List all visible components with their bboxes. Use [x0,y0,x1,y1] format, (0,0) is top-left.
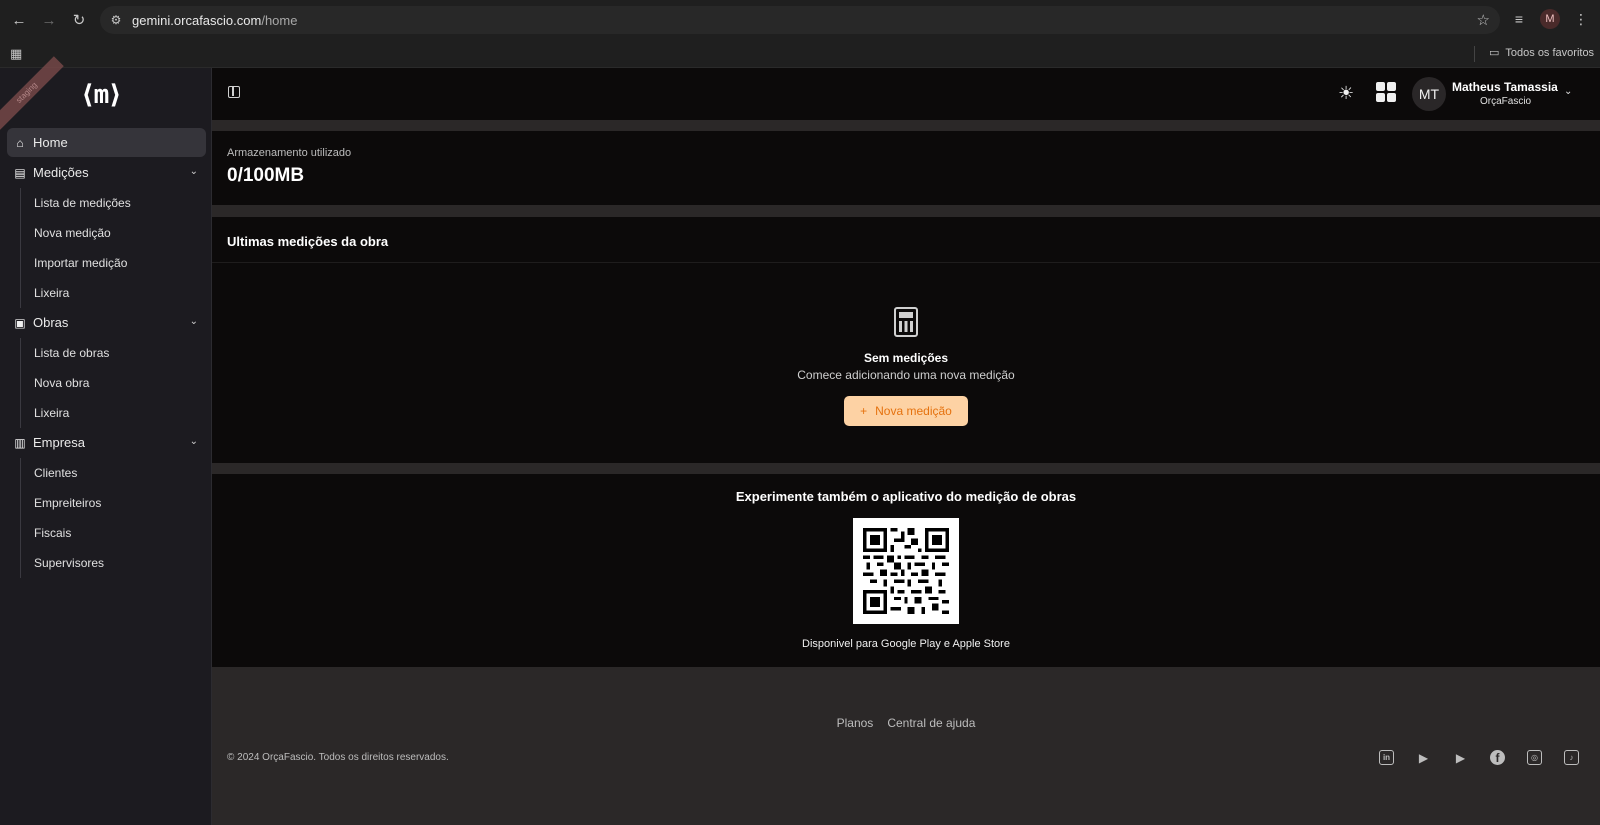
theme-toggle-icon[interactable]: ☀ [1338,83,1354,104]
chevron-down-icon: ⌄ [189,436,198,447]
latest-measurements-card: Ultimas medições da obra Sem medições Co… [212,217,1600,463]
sidebar-item-obras[interactable]: ▣ Obras ⌄ [7,308,206,337]
sidebar-subitem-clientes[interactable]: Clientes [34,458,206,488]
building-icon: ▥ [14,435,26,450]
url-host: gemini.orcafascio.com [132,12,262,28]
chevron-down-icon: ⌄ [189,316,198,327]
user-avatar[interactable]: MT [1412,77,1446,111]
all-bookmarks-button[interactable]: ▭ Todos os favoritos [1489,46,1595,60]
app-promo-title: Experimente também o aplicativo do mediç… [735,489,1077,504]
user-name[interactable]: Matheus Tamassia [1452,80,1558,94]
bookmarks-separator [1474,46,1475,62]
sidebar-subitem-lixeira-medicoes[interactable]: Lixeira [34,278,206,308]
sidebar-item-label: Obras [33,315,69,330]
sidebar-subitem-empreiteiros[interactable]: Empreiteiros [34,488,206,518]
new-measurement-button[interactable]: + Nova medição [844,396,968,426]
sidebar-item-label: Medições [33,165,89,180]
tiktok-icon[interactable]: ♪ [1564,750,1579,765]
qr-code [853,518,959,624]
apps-grid-icon[interactable]: ▦ [10,46,22,62]
app-promo-card: Experimente também o aplicativo do mediç… [212,474,1600,667]
all-bookmarks-label: Todos os favoritos [1505,46,1595,59]
briefcase-icon: ▣ [14,315,26,330]
sidebar-subitem-nova-obra[interactable]: Nova obra [34,368,206,398]
availability-text: Disponivel para Google Play e Apple Stor… [802,638,1010,650]
top-header: ☀ MT Matheus Tamassia OrçaFascio ⌄ [212,68,1600,120]
submenu-medicoes: Lista de medições Nova medição Importar … [20,188,206,308]
footer-link-central-ajuda[interactable]: Central de ajuda [887,716,975,730]
folder-icon: ▭ [1489,47,1500,59]
social-links: in ▶ ▶ f ◎ ♪ [1379,750,1579,765]
sidebar-menu: ⌂ Home ▤ Medições ⌄ Lista de medições No… [7,128,206,578]
site-info-icon[interactable]: ⚙ [108,12,124,28]
youtube-icon[interactable]: ▶ [1453,750,1468,765]
sidebar-toggle-icon[interactable] [228,86,240,98]
sidebar-item-empresa[interactable]: ▥ Empresa ⌄ [7,428,206,457]
sidebar-subitem-lista-medicoes[interactable]: Lista de medições [34,188,206,218]
sidebar-item-medicoes[interactable]: ▤ Medições ⌄ [7,158,206,187]
more-menu-icon[interactable]: ⋮ [1572,11,1590,28]
sidebar-item-label: Empresa [33,435,86,450]
empty-state-subtitle: Comece adicionando uma nova medição [797,368,1015,382]
browser-toolbar: ← → ↻ ⚙ gemini.orcafascio.com/home ☆ ≡ M… [0,0,1600,40]
reload-icon[interactable]: ↻ [68,9,90,31]
address-bar[interactable]: ⚙ gemini.orcafascio.com/home ☆ [100,6,1500,34]
calculator-icon [894,307,918,337]
sidebar-subitem-lista-obras[interactable]: Lista de obras [34,338,206,368]
section-title: Ultimas medições da obra [227,234,389,249]
sidebar: staging ⟨m⟩ ⌂ Home ▤ Medições ⌄ Lista de… [0,56,212,825]
sidebar-subitem-fiscais[interactable]: Fiscais [34,518,206,548]
sidebar-subitem-nova-medicao[interactable]: Nova medição [34,218,206,248]
sidebar-subitem-lixeira-obras[interactable]: Lixeira [34,398,206,428]
user-company: OrçaFascio [1480,96,1532,107]
sidebar-subitem-supervisores[interactable]: Supervisores [34,548,206,578]
chevron-down-icon: ⌄ [189,166,198,177]
bookmarks-bar: ▦ ▭ Todos os favoritos [0,40,1600,68]
chevron-down-icon[interactable]: ⌄ [1564,86,1572,97]
divider [212,262,1600,263]
app-logo[interactable]: ⟨m⟩ [80,80,123,110]
sidebar-subitem-importar-medicao[interactable]: Importar medição [34,248,206,278]
profile-avatar[interactable]: M [1540,9,1560,29]
sidebar-item-label: Home [33,135,68,150]
footer-link-planos[interactable]: Planos [837,716,874,730]
bookmark-star-icon[interactable]: ☆ [1477,11,1490,29]
linkedin-icon[interactable]: in [1379,750,1394,765]
calculator-icon: ▤ [14,165,26,180]
main-content: ☀ MT Matheus Tamassia OrçaFascio ⌄ Armaz… [212,68,1600,825]
empty-state-title: Sem medições [863,351,949,365]
submenu-obras: Lista de obras Nova obra Lixeira [20,338,206,428]
sidebar-item-home[interactable]: ⌂ Home [7,128,206,157]
facebook-icon[interactable]: f [1490,750,1505,765]
plus-icon: + [860,404,868,418]
forward-icon[interactable]: → [38,9,60,31]
new-measurement-label: Nova medição [875,404,952,418]
footer-links: Planos Central de ajuda [212,716,1600,730]
instagram-icon[interactable]: ◎ [1527,750,1542,765]
apps-grid-icon[interactable] [1376,82,1396,102]
reading-list-icon[interactable]: ≡ [1510,11,1528,27]
copyright-text: © 2024 OrçaFascio. Todos os direitos res… [227,752,449,763]
home-icon: ⌂ [16,135,24,150]
back-icon[interactable]: ← [8,9,30,31]
staging-ribbon: staging [0,56,64,130]
url-text[interactable]: gemini.orcafascio.com/home [132,13,297,28]
google-play-icon[interactable]: ▶ [1416,750,1431,765]
storage-card: Armazenamento utilizado 0/100MB [212,131,1600,205]
storage-label: Armazenamento utilizado [227,147,352,159]
storage-value: 0/100MB [227,165,305,186]
url-path: /home [261,12,298,28]
submenu-empresa: Clientes Empreiteiros Fiscais Supervisor… [20,458,206,578]
